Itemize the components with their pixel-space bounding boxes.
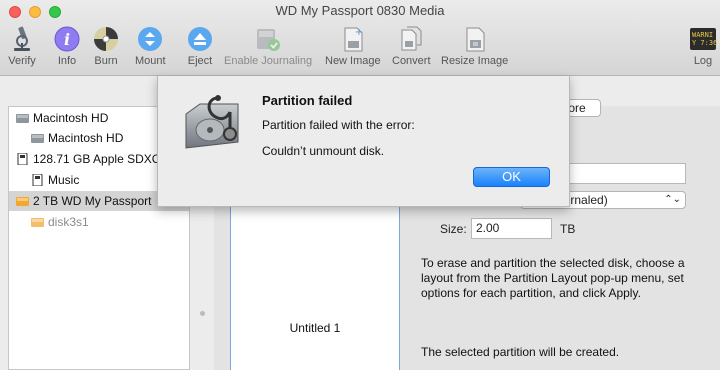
microscope-icon [7, 24, 37, 54]
mount-button[interactable]: Mount [135, 24, 166, 67]
sd-card-icon [17, 153, 28, 165]
log-console-icon: WARNI Y 7:36 [688, 24, 718, 54]
log-label: Log [693, 55, 713, 67]
alert-message: Partition failed with the error: [262, 118, 415, 132]
burn-label: Burn [94, 55, 118, 67]
resize-image-button[interactable]: Resize Image [441, 24, 508, 67]
convert-icon [396, 24, 426, 54]
log-icon-line-2: Y 7:36 [692, 39, 717, 47]
burn-button[interactable]: Burn [91, 24, 121, 67]
info-icon: i [52, 24, 82, 54]
convert-button[interactable]: Convert [392, 24, 431, 67]
mount-label: Mount [135, 55, 166, 67]
new-image-label: New Image [325, 55, 381, 67]
journaling-disk-icon [253, 24, 283, 54]
partition-instructions: To erase and partition the selected disk… [421, 256, 685, 300]
disk-utility-stethoscope-icon [180, 90, 244, 154]
eject-icon [185, 24, 215, 54]
info-label: Info [57, 55, 77, 67]
sidebar-item-label: 128.71 GB Apple SDXC [33, 152, 161, 166]
sidebar-item-label: Macintosh HD [33, 111, 109, 125]
eject-button[interactable]: Eject [185, 24, 215, 67]
sd-volume-icon [32, 174, 43, 186]
popup-chevrons-icon: ⌃⌄ [664, 194, 681, 205]
enable-journaling-button[interactable]: Enable Journaling [224, 24, 312, 67]
sidebar-item-label: disk3s1 [48, 215, 89, 229]
resize-image-label: Resize Image [441, 55, 509, 67]
size-unit: TB [560, 222, 576, 236]
toolbar: WD My Passport 0830 Media Verify i Info … [0, 0, 720, 76]
ok-button[interactable]: OK [473, 167, 550, 187]
disk-utility-window: WD My Passport 0830 Media Verify i Info … [0, 0, 720, 370]
resize-image-icon [460, 24, 490, 54]
size-label: Size: [440, 222, 467, 236]
volume-icon [31, 134, 44, 143]
sidebar-item-disk3s1[interactable]: disk3s1 [9, 212, 190, 232]
partition-status: The selected partition will be created. [421, 345, 620, 359]
convert-label: Convert [392, 55, 431, 67]
eject-label: Eject [187, 55, 213, 67]
log-button[interactable]: WARNI Y 7:36 Log [688, 24, 718, 67]
verify-label: Verify [8, 55, 36, 67]
internal-disk-icon [16, 114, 29, 123]
external-volume-icon [31, 218, 44, 227]
sidebar-item-label: 2 TB WD My Passport [33, 194, 152, 208]
enable-journaling-label: Enable Journaling [224, 55, 313, 67]
partition-layout-box[interactable] [230, 200, 400, 370]
sidebar-item-label: Macintosh HD [48, 131, 124, 145]
new-image-icon: + [338, 24, 368, 54]
svg-text:+: + [355, 27, 363, 38]
partition-failed-alert: Partition failed Partition failed with t… [157, 76, 570, 207]
alert-title: Partition failed [262, 93, 353, 108]
burn-disc-icon [91, 24, 121, 54]
verify-button[interactable]: Verify [7, 24, 37, 67]
mount-icon [135, 24, 165, 54]
external-disk-icon [16, 197, 29, 206]
splitter-handle[interactable] [200, 311, 205, 316]
info-button[interactable]: i Info [52, 24, 82, 67]
svg-text:i: i [64, 30, 70, 49]
new-image-button[interactable]: + New Image [325, 24, 381, 67]
window-title: WD My Passport 0830 Media [275, 3, 445, 18]
sidebar-item-label: Music [48, 173, 80, 187]
log-icon-line-1: WARNI [692, 31, 713, 39]
alert-detail: Couldn’t unmount disk. [262, 144, 385, 158]
size-field[interactable]: 2.00 [471, 218, 552, 239]
partition-volume-name[interactable]: Untitled 1 [230, 321, 400, 335]
